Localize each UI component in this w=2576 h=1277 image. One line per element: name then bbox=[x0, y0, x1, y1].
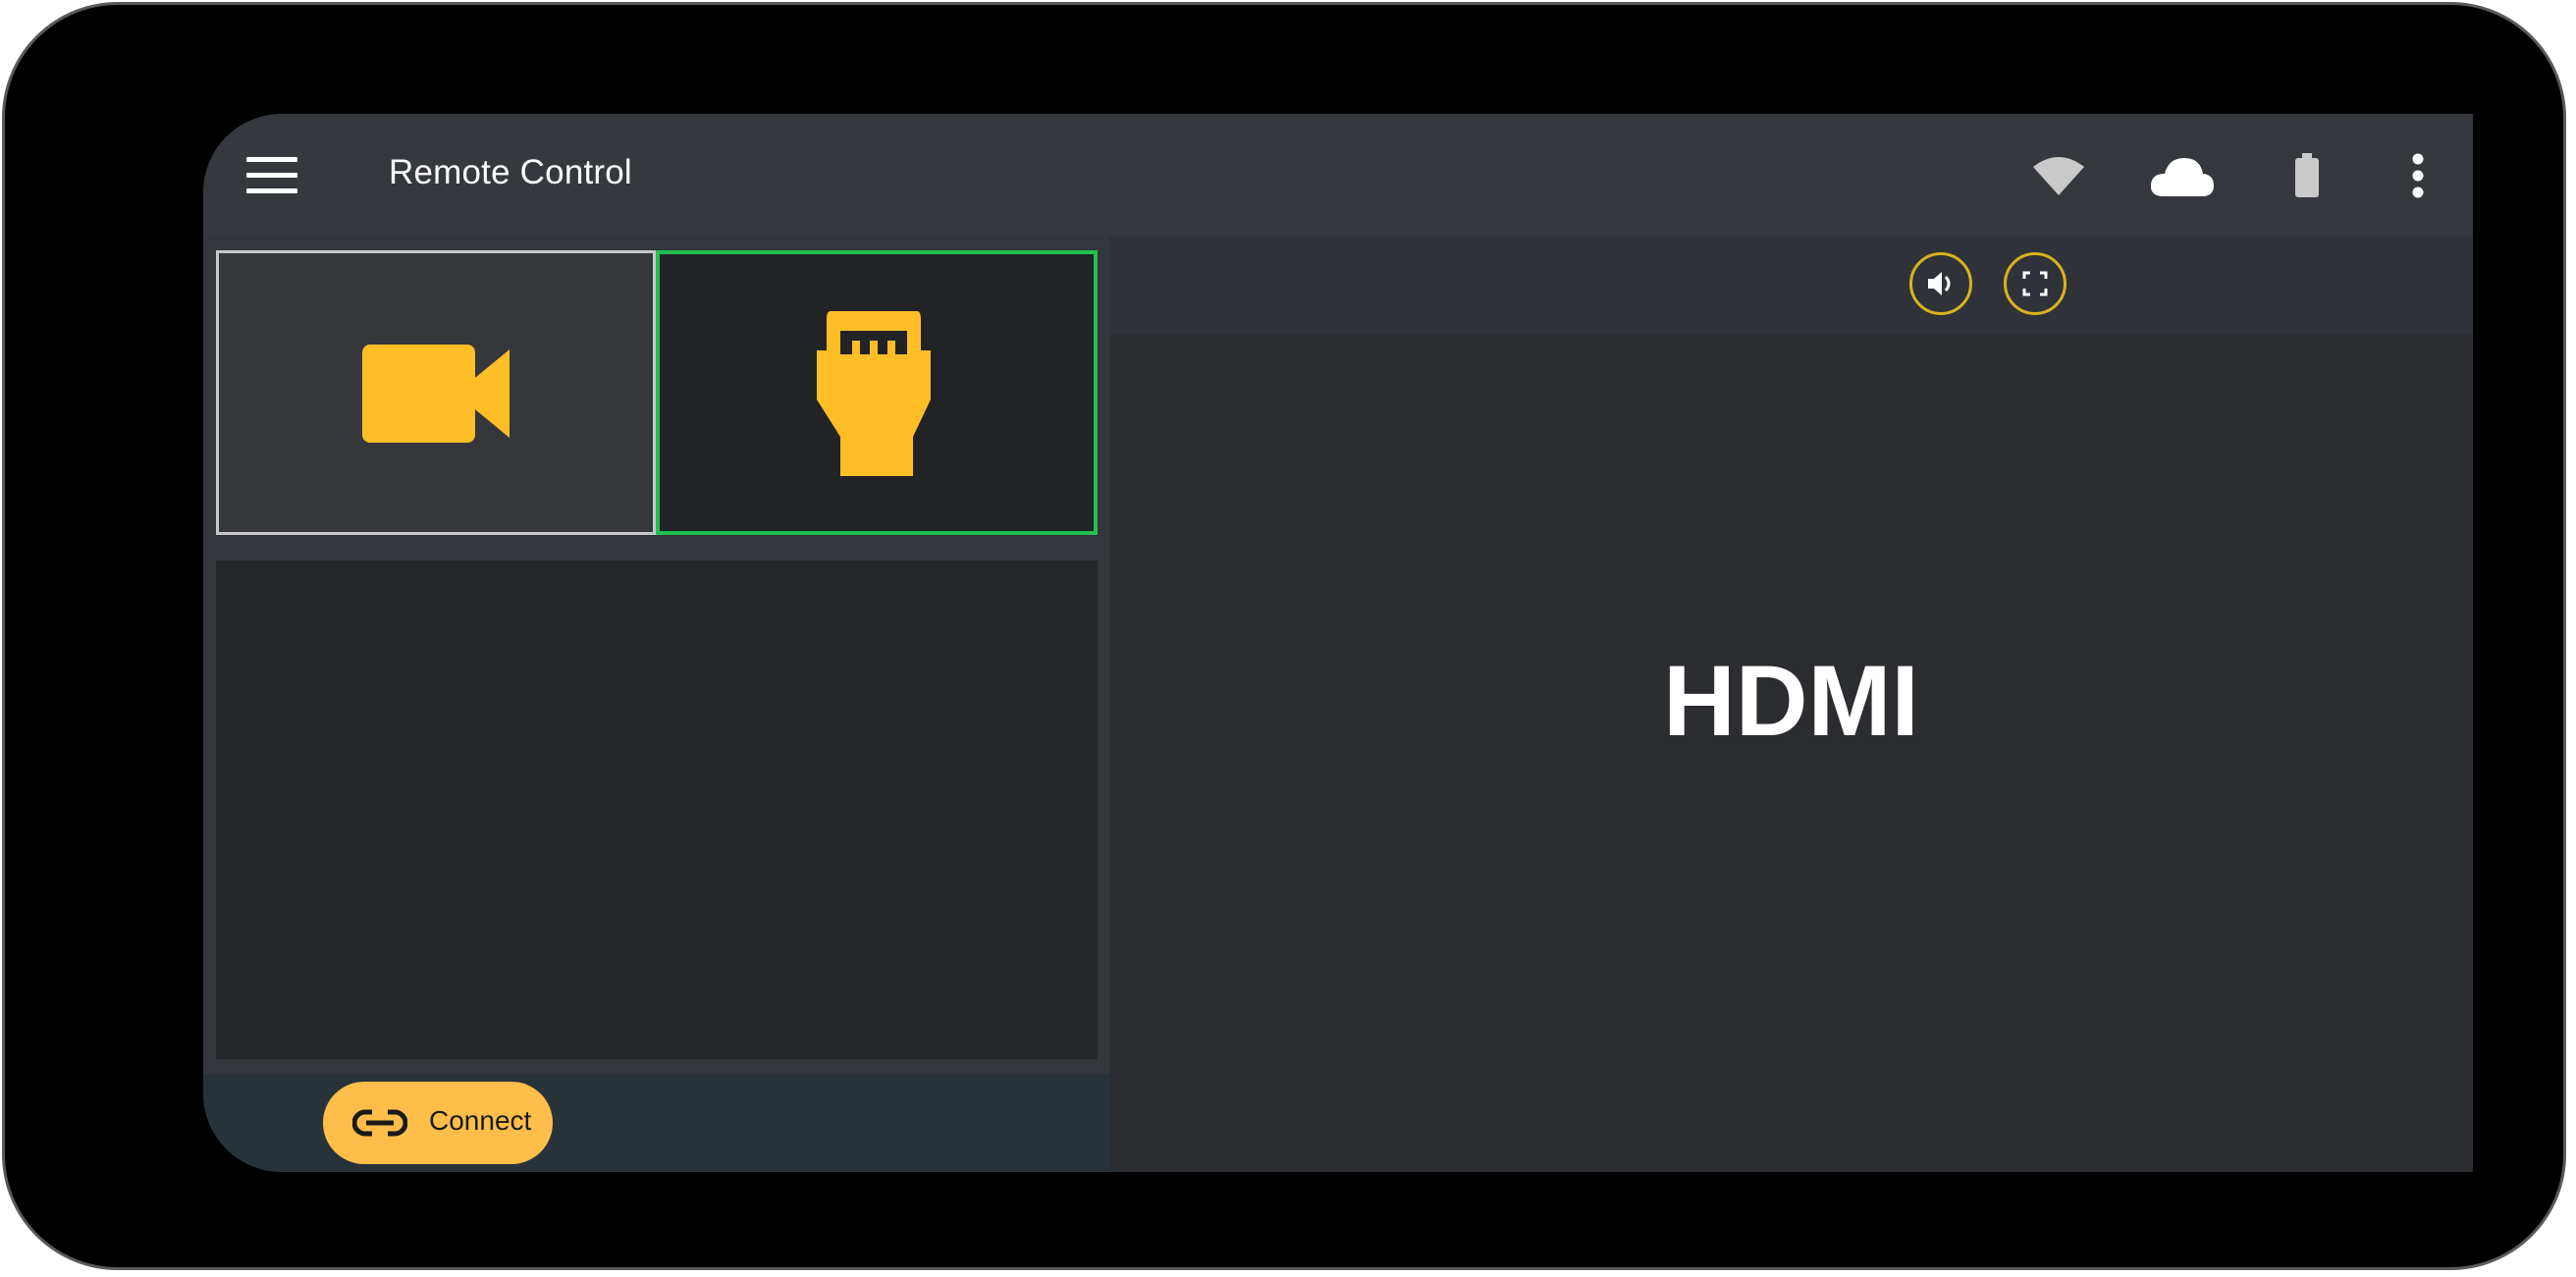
video-camera-icon bbox=[362, 345, 510, 448]
top-app-bar: Remote Control bbox=[203, 114, 2473, 237]
link-icon bbox=[351, 1109, 408, 1142]
preview-toolbar bbox=[1109, 237, 2473, 335]
connect-button[interactable]: Connect bbox=[323, 1082, 553, 1164]
active-source-label: HDMI bbox=[1663, 645, 1919, 757]
hamburger-menu-icon[interactable] bbox=[246, 157, 297, 194]
fullscreen-icon[interactable] bbox=[2004, 252, 2066, 315]
connect-button-label: Connect bbox=[429, 1105, 532, 1136]
more-vertical-icon[interactable] bbox=[2410, 153, 2426, 203]
wifi-icon bbox=[2031, 153, 2086, 201]
battery-icon bbox=[2294, 153, 2320, 203]
device-frame: Remote Control Connect HDMI bbox=[2, 2, 2566, 1270]
app-screen: Remote Control Connect HDMI bbox=[203, 114, 2473, 1172]
volume-icon[interactable] bbox=[1909, 252, 1972, 315]
source-tile-hdmi[interactable] bbox=[656, 250, 1098, 535]
app-title: Remote Control bbox=[389, 153, 632, 191]
source-tile-camera[interactable] bbox=[216, 250, 656, 535]
preview-area bbox=[216, 560, 1098, 1059]
cloud-icon bbox=[2150, 155, 2215, 203]
hdmi-connector-icon bbox=[817, 311, 931, 481]
